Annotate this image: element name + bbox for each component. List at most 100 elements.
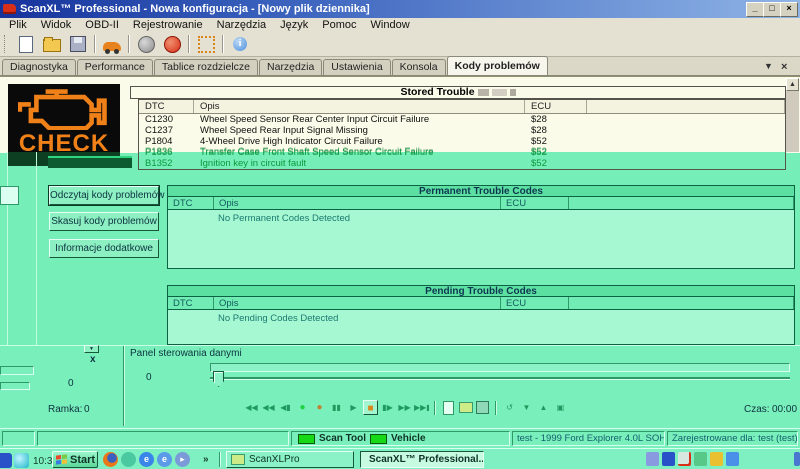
- menu-narzedzia[interactable]: Narzędzia: [210, 19, 274, 31]
- connect-icon[interactable]: [136, 35, 156, 53]
- reset-button[interactable]: ↺: [502, 400, 517, 415]
- status-cell-empty: [37, 431, 289, 446]
- restore-button[interactable]: □: [763, 2, 781, 17]
- dashboard-frame-icon[interactable]: [196, 35, 216, 53]
- start-button[interactable]: Start: [52, 451, 98, 468]
- additional-info-button[interactable]: Informacje dodatkowe: [49, 239, 159, 258]
- quicklaunch-media-icon[interactable]: ▸: [175, 452, 190, 467]
- connection-status-cell: Scan Tool Vehicle: [291, 431, 510, 446]
- layout-button[interactable]: ▣: [553, 400, 568, 415]
- glitch-fragment: [7, 152, 8, 345]
- title-bar: ScanXL™ Professional - Nowa konfiguracja…: [0, 0, 800, 18]
- table-row[interactable]: P1836 Transfer Case Front Shaft Speed Se…: [139, 147, 785, 158]
- read-codes-button[interactable]: Odczytaj kody problemów: [49, 186, 159, 205]
- play-button[interactable]: ▶: [346, 400, 361, 415]
- step-back-button[interactable]: ◀▮: [278, 400, 293, 415]
- fast-forward-button[interactable]: ▶▶: [397, 400, 412, 415]
- quicklaunch-browser-icon[interactable]: [103, 452, 118, 467]
- col-blank: [569, 197, 794, 209]
- rewind-button[interactable]: ◀◀: [261, 400, 276, 415]
- new-log-button[interactable]: [441, 400, 456, 415]
- open-file-icon[interactable]: [42, 35, 62, 53]
- save-file-icon[interactable]: [68, 35, 88, 53]
- tray-icon[interactable]: [646, 452, 659, 466]
- skip-start-button[interactable]: ◀◀: [244, 400, 259, 415]
- record-button[interactable]: ●: [295, 400, 310, 415]
- slider-value: 0: [146, 372, 152, 383]
- tab-performance[interactable]: Performance: [77, 59, 153, 75]
- quicklaunch-app-icon[interactable]: [121, 452, 136, 467]
- tab-close-icon[interactable]: ×: [781, 61, 787, 73]
- minimize-button[interactable]: _: [746, 2, 764, 17]
- save-log-button[interactable]: [475, 400, 490, 415]
- panel-divider: [123, 346, 125, 426]
- step-forward-button[interactable]: ▮▶: [380, 400, 395, 415]
- menu-pomoc[interactable]: Pomoc: [315, 19, 363, 31]
- table-row[interactable]: B1352 Ignition key in circuit fault $52: [139, 158, 785, 169]
- tab-konsola[interactable]: Konsola: [392, 59, 446, 75]
- vehicle-icon[interactable]: [102, 35, 122, 53]
- taskbar: 10:39 Start e e ▸ » ScanXLPro ScanXL™ Pr…: [0, 448, 800, 469]
- tray-icon[interactable]: [794, 452, 800, 466]
- col-dtc: DTC: [168, 197, 214, 209]
- check-label: CHECK: [8, 130, 120, 158]
- quicklaunch-ie2-icon[interactable]: e: [157, 452, 172, 467]
- table-row[interactable]: C1230 Wheel Speed Sensor Rear Center Inp…: [139, 114, 785, 125]
- slider-track[interactable]: [210, 377, 790, 380]
- tray-icon[interactable]: [662, 452, 675, 466]
- tab-narzedzia[interactable]: Narzędzia: [259, 59, 322, 75]
- status-cell-empty: [2, 431, 35, 446]
- tray-glitch-icon: [0, 453, 12, 468]
- tray-glitch-icon: [14, 453, 29, 468]
- col-ecu: ECU: [501, 197, 569, 209]
- tray-icon[interactable]: [726, 452, 739, 466]
- open-log-button[interactable]: [458, 400, 473, 415]
- engine-icon: [18, 88, 110, 130]
- menu-rejestrowanie[interactable]: Rejestrowanie: [126, 19, 210, 31]
- menu-plik[interactable]: Plik: [2, 19, 34, 31]
- glitch-fragment: [0, 186, 19, 205]
- move-down-button[interactable]: ▼: [519, 400, 534, 415]
- scroll-up-icon[interactable]: ▲: [786, 78, 799, 91]
- taskbar-separator: [219, 452, 221, 467]
- table-row[interactable]: P1804 4-Wheel Drive High Indicator Circu…: [139, 136, 785, 147]
- toolbar-drag-handle[interactable]: [4, 35, 8, 53]
- scrollbar[interactable]: ▲: [786, 78, 799, 152]
- tray-icon[interactable]: [694, 452, 707, 466]
- tab-dropdown-icon[interactable]: ▼: [764, 61, 773, 71]
- taskbar-button-scanxl-active[interactable]: ScanXL™ Professional...: [360, 451, 484, 468]
- tray-speaker-icon[interactable]: [710, 452, 723, 466]
- tab-ustawienia[interactable]: Ustawienia: [323, 59, 390, 75]
- menu-window[interactable]: Window: [364, 19, 417, 31]
- quicklaunch-ie-icon[interactable]: e: [139, 452, 154, 467]
- tab-kody-problemow[interactable]: Kody problemów: [447, 56, 548, 75]
- disconnect-icon[interactable]: [162, 35, 182, 53]
- quicklaunch-overflow-icon[interactable]: »: [203, 454, 209, 465]
- skip-end-button[interactable]: ▶▶▮: [414, 400, 429, 415]
- menu-obd2[interactable]: OBD-II: [78, 19, 126, 31]
- stop-button[interactable]: ■: [363, 400, 378, 415]
- data-control-panel: [0, 345, 800, 429]
- progress-track[interactable]: [210, 363, 790, 372]
- menu-jezyk[interactable]: Język: [273, 19, 315, 31]
- vehicle-led: [370, 434, 387, 444]
- pause-button[interactable]: ▮▮: [329, 400, 344, 415]
- playback-separator: [495, 401, 497, 415]
- permanent-codes-title: Permanent Trouble Codes: [167, 185, 795, 197]
- taskbar-button-scanxlpro[interactable]: ScanXLPro: [226, 451, 354, 468]
- glitch-fragment: [492, 89, 507, 96]
- new-file-icon[interactable]: [16, 35, 36, 53]
- table-header: DTC Opis ECU: [167, 297, 795, 310]
- clear-codes-button[interactable]: Skasuj kody problemów: [49, 212, 159, 231]
- menu-widok[interactable]: Widok: [34, 19, 79, 31]
- close-button[interactable]: ×: [780, 2, 798, 17]
- mark-button[interactable]: ●: [312, 400, 327, 415]
- col-dtc: DTC: [139, 100, 194, 113]
- table-body: No Permanent Codes Detected: [167, 210, 795, 269]
- table-row[interactable]: C1237 Wheel Speed Rear Input Signal Miss…: [139, 125, 785, 136]
- tray-volume-icon[interactable]: [678, 452, 691, 466]
- info-icon[interactable]: i: [230, 35, 250, 53]
- tab-diagnostyka[interactable]: Diagnostyka: [2, 59, 76, 75]
- move-up-button[interactable]: ▲: [536, 400, 551, 415]
- tab-tablice-rozdzielcze[interactable]: Tablice rozdzielcze: [154, 59, 258, 75]
